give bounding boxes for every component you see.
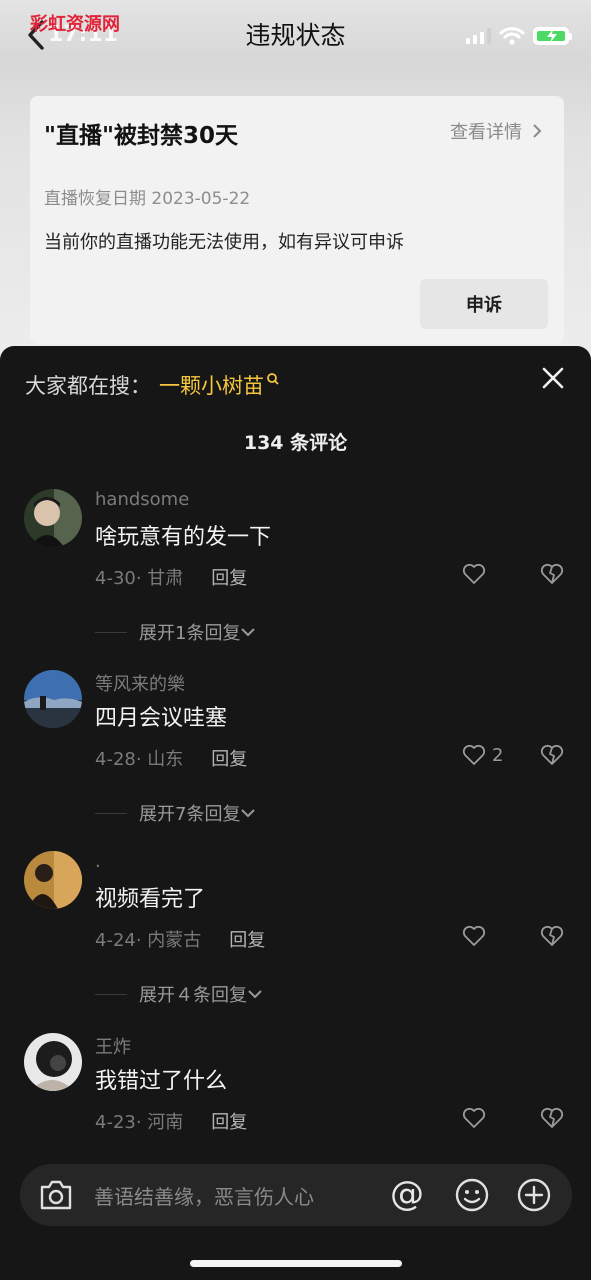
reply-button[interactable]: 回复: [229, 926, 265, 952]
chevron-right-icon: [533, 124, 542, 138]
broken-heart-icon[interactable]: [540, 744, 564, 766]
comment-meta: 4-23· 河南 回复: [95, 1108, 247, 1134]
comment-meta: 4-24· 内蒙古 回复: [95, 926, 265, 952]
comment-item: 等风来的樂 四月会议哇塞 4-28· 山东 回复 2 展开7条回复: [0, 670, 591, 850]
comment-input-bar: 善语结善缘，恶言伤人心 @: [0, 1150, 591, 1280]
comment-item: . 视频看完了 4-24· 内蒙古 回复 展开４条回复: [0, 851, 591, 1031]
status-icons: [466, 24, 572, 48]
heart-icon: [462, 925, 486, 946]
expand-replies[interactable]: 展开7条回复: [95, 800, 256, 826]
comment-date-location: 4-30· 甘肃: [95, 568, 184, 589]
chevron-down-icon: [241, 628, 256, 637]
trending-search-term[interactable]: 一颗小树苗: [159, 370, 264, 400]
comment-date-location: 4-24· 内蒙古: [95, 930, 202, 951]
broken-heart-icon[interactable]: [540, 1107, 564, 1129]
emoji-icon[interactable]: [454, 1177, 490, 1213]
reply-button[interactable]: 回复: [211, 564, 247, 590]
comment-date-location: 4-23· 河南: [95, 1112, 184, 1133]
divider-line: [95, 812, 127, 814]
search-icon: [267, 373, 279, 385]
view-details-link[interactable]: 查看详情: [450, 118, 542, 144]
comment-sheet: 大家都在搜： 一颗小树苗 134 条评论 handsome 啥玩意有的发一下 4…: [0, 346, 591, 1280]
comment-username[interactable]: .: [95, 851, 101, 872]
comment-input[interactable]: 善语结善缘，恶言伤人心 @: [20, 1164, 572, 1226]
avatar[interactable]: [24, 489, 82, 547]
comment-item: handsome 啥玩意有的发一下 4-30· 甘肃 回复 展开1条回复: [0, 489, 591, 669]
comment-meta: 4-28· 山东 回复: [95, 745, 247, 771]
comment-text: 啥玩意有的发一下: [95, 525, 272, 550]
like-button[interactable]: [462, 1107, 492, 1129]
home-indicator: [190, 1260, 402, 1267]
like-button[interactable]: [462, 563, 492, 585]
like-button[interactable]: [462, 925, 492, 947]
comment-text: 四月会议哇塞: [95, 706, 228, 731]
divider-line: [95, 631, 127, 633]
heart-icon: [462, 744, 486, 765]
trending-search-label: 大家都在搜：: [25, 374, 151, 398]
comment-username[interactable]: 等风来的樂: [95, 670, 185, 696]
comment-username[interactable]: 王炸: [95, 1033, 131, 1059]
comment-meta: 4-30· 甘肃 回复: [95, 564, 247, 590]
avatar[interactable]: [24, 1033, 82, 1091]
heart-icon: [462, 1107, 486, 1128]
screen: 17:11 彩虹资源网 违规状态 "直播"被封禁30天 查看详情 直播恢复日期 …: [0, 0, 591, 1280]
reply-button[interactable]: 回复: [211, 1108, 247, 1134]
wifi-icon: [499, 27, 525, 45]
avatar[interactable]: [24, 670, 82, 728]
comment-date-location: 4-28· 山东: [95, 749, 184, 770]
ban-title: "直播"被封禁30天: [44, 123, 238, 149]
ban-card: "直播"被封禁30天 查看详情 直播恢复日期 2023-05-22 当前你的直播…: [30, 96, 564, 344]
signal-icon: [466, 28, 491, 44]
broken-heart-icon[interactable]: [540, 925, 564, 947]
expand-replies-label: 展开1条回复: [139, 623, 241, 644]
camera-icon[interactable]: [38, 1178, 74, 1212]
broken-heart-icon[interactable]: [540, 563, 564, 585]
reply-button[interactable]: 回复: [211, 745, 247, 771]
view-details-label: 查看详情: [450, 122, 522, 143]
comment-count: 134 条评论: [243, 432, 348, 454]
divider-line: [95, 993, 127, 995]
plus-icon[interactable]: [516, 1177, 552, 1213]
mention-icon[interactable]: @: [390, 1176, 424, 1212]
avatar[interactable]: [24, 851, 82, 909]
comment-input-placeholder: 善语结善缘，恶言伤人心: [94, 1185, 314, 1209]
like-count: 2: [492, 744, 504, 766]
like-button[interactable]: 2: [462, 744, 503, 766]
comment-text: 我错过了什么: [95, 1069, 228, 1094]
expand-replies-label: 展开４条回复: [139, 985, 247, 1006]
comment-text: 视频看完了: [95, 887, 206, 912]
expand-replies[interactable]: 展开４条回复: [95, 981, 263, 1007]
close-icon[interactable]: [539, 364, 567, 392]
ban-description: 当前你的直播功能无法使用，如有异议可申诉: [44, 232, 404, 253]
expand-replies-label: 展开7条回复: [139, 804, 241, 825]
heart-icon: [462, 563, 486, 584]
expand-replies[interactable]: 展开1条回复: [95, 619, 256, 645]
trending-search[interactable]: 大家都在搜： 一颗小树苗: [25, 370, 280, 400]
battery-icon: [533, 27, 572, 45]
restore-date: 直播恢复日期 2023-05-22: [44, 189, 251, 209]
appeal-button[interactable]: 申诉: [420, 279, 548, 329]
chevron-down-icon: [248, 990, 262, 999]
comment-username[interactable]: handsome: [95, 489, 189, 510]
chevron-down-icon: [241, 809, 256, 818]
